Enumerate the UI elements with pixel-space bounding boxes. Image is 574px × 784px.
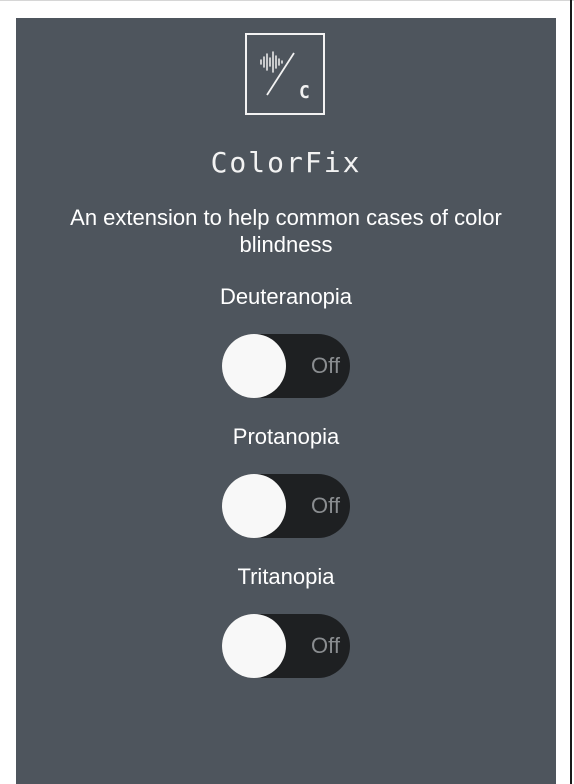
app-tagline: An extension to help common cases of col… [70, 205, 502, 257]
window-right-border [570, 0, 572, 784]
logo-letter: C [299, 82, 310, 103]
toggle-knob [222, 474, 286, 538]
toggle-state: Off [311, 633, 340, 658]
toggle-knob [222, 614, 286, 678]
toggle-state: Off [311, 353, 340, 378]
tritanopia-toggle[interactable]: Off [222, 614, 350, 678]
app-logo: C [245, 33, 325, 115]
window-top-border [0, 0, 574, 1]
protanopia-toggle[interactable]: Off [222, 474, 350, 538]
deuteranopia-label: Deuteranopia [219, 284, 353, 309]
popup-panel: C ColorFix An extension to help common c… [16, 18, 556, 784]
app-title: ColorFix [210, 146, 362, 179]
soundwave-slash-c-icon: C [260, 51, 310, 103]
protanopia-label: Protanopia [232, 424, 340, 449]
deuteranopia-toggle[interactable]: Off [222, 334, 350, 398]
toggle-state: Off [311, 493, 340, 518]
toggle-knob [222, 334, 286, 398]
tritanopia-label: Tritanopia [237, 564, 335, 589]
